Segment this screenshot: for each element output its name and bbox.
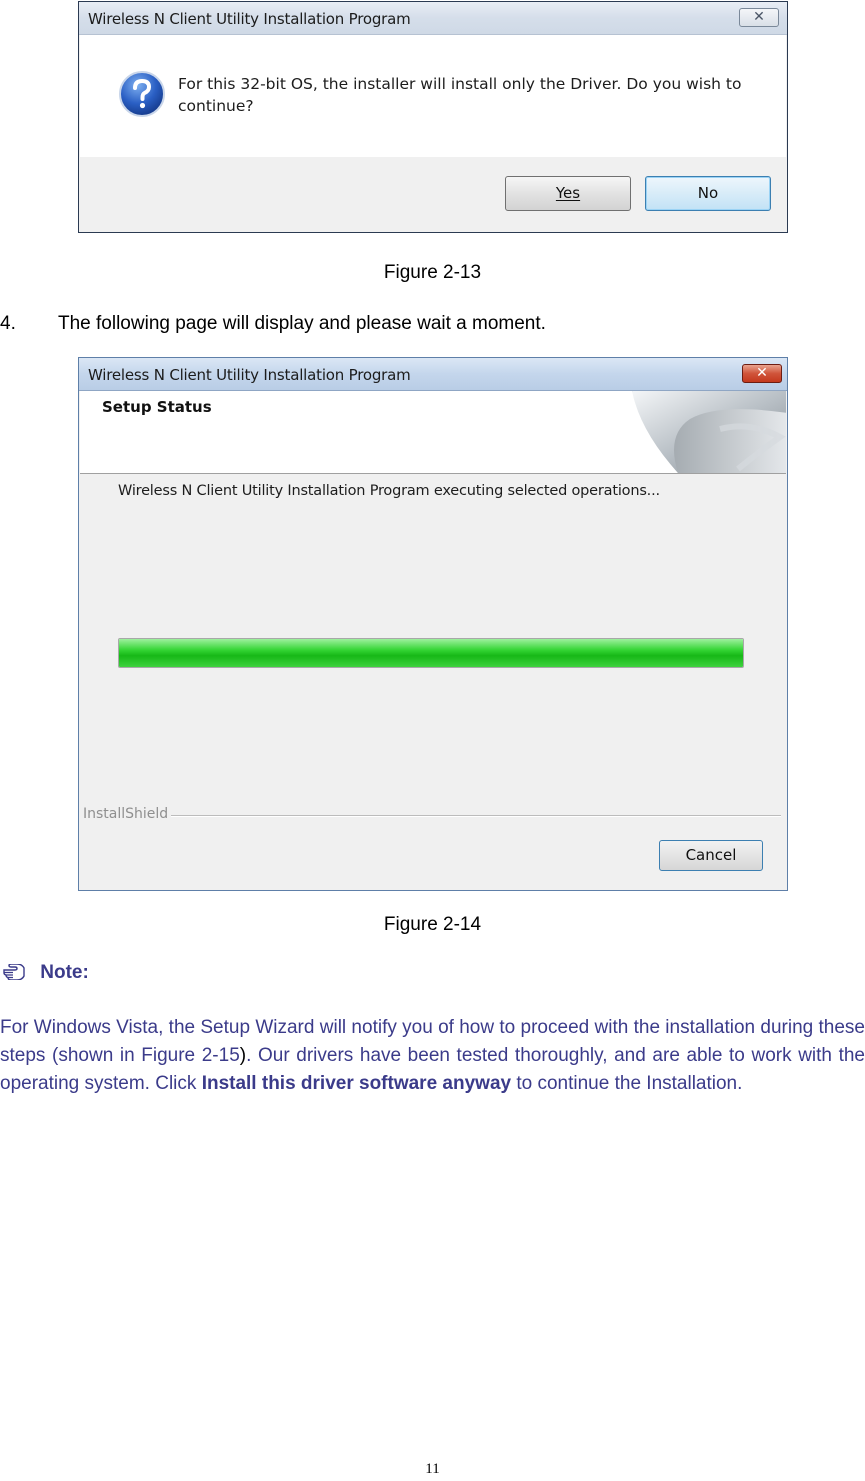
question-icon <box>118 70 166 118</box>
cancel-button-label: Cancel <box>685 846 737 864</box>
close-icon: ✕ <box>756 365 768 381</box>
figure-caption: Figure 2-13 <box>383 262 482 283</box>
dialog-message-line: continue? <box>178 97 254 115</box>
note-label: Note: <box>40 962 89 983</box>
step-text: The following page will display and plea… <box>58 313 546 334</box>
dialog-content-area: For this 32-bit OS, the installer will i… <box>80 35 786 157</box>
dialog-title: Wireless N Client Utility Installation P… <box>88 366 411 384</box>
wizard-header: Setup Status <box>80 391 786 474</box>
dialog-message: For this 32-bit OS, the installer will i… <box>178 73 741 117</box>
status-message: Wireless N Client Utility Installation P… <box>118 483 660 499</box>
cancel-button[interactable]: Cancel <box>659 840 763 871</box>
dialog-title: Wireless N Client Utility Installation P… <box>88 10 411 28</box>
note-heading: Note: <box>3 962 89 984</box>
step-number: 4. <box>0 313 16 334</box>
close-button[interactable]: ✕ <box>742 364 782 383</box>
page-curl-graphic <box>620 391 786 473</box>
close-icon: ✕ <box>753 9 765 25</box>
yes-button-label: Yes <box>555 184 581 202</box>
dialog-titlebar: Wireless N Client Utility Installation P… <box>79 358 787 391</box>
note-text: to continue the Installation. <box>511 1073 743 1094</box>
wizard-header-title: Setup Status <box>102 398 212 416</box>
page-number: 11 <box>425 1461 440 1477</box>
note-emphasis: Install this driver software anyway <box>201 1073 512 1094</box>
setup-status-dialog: Wireless N Client Utility Installation P… <box>78 357 788 891</box>
dialog-titlebar: Wireless N Client Utility Installation P… <box>79 2 787 35</box>
note-paragraph: For Windows Vista, the Setup Wizard will… <box>0 1014 865 1098</box>
confirm-driver-dialog: Wireless N Client Utility Installation P… <box>78 1 788 233</box>
footer-divider <box>171 815 781 817</box>
installshield-brand: InstallShield <box>83 806 169 822</box>
yes-button[interactable]: Yes <box>505 176 631 211</box>
no-button-label: No <box>697 184 719 202</box>
dialog-message-line: For this 32-bit OS, the installer will i… <box>178 75 742 93</box>
figure-caption: Figure 2-14 <box>383 914 482 935</box>
no-button[interactable]: No <box>645 176 771 211</box>
progress-bar <box>118 638 744 668</box>
installshield-footer: InstallShield <box>83 805 783 825</box>
close-button[interactable]: ✕ <box>739 8 779 27</box>
progress-bar-fill <box>119 639 743 667</box>
pointing-hand-icon <box>3 962 25 984</box>
